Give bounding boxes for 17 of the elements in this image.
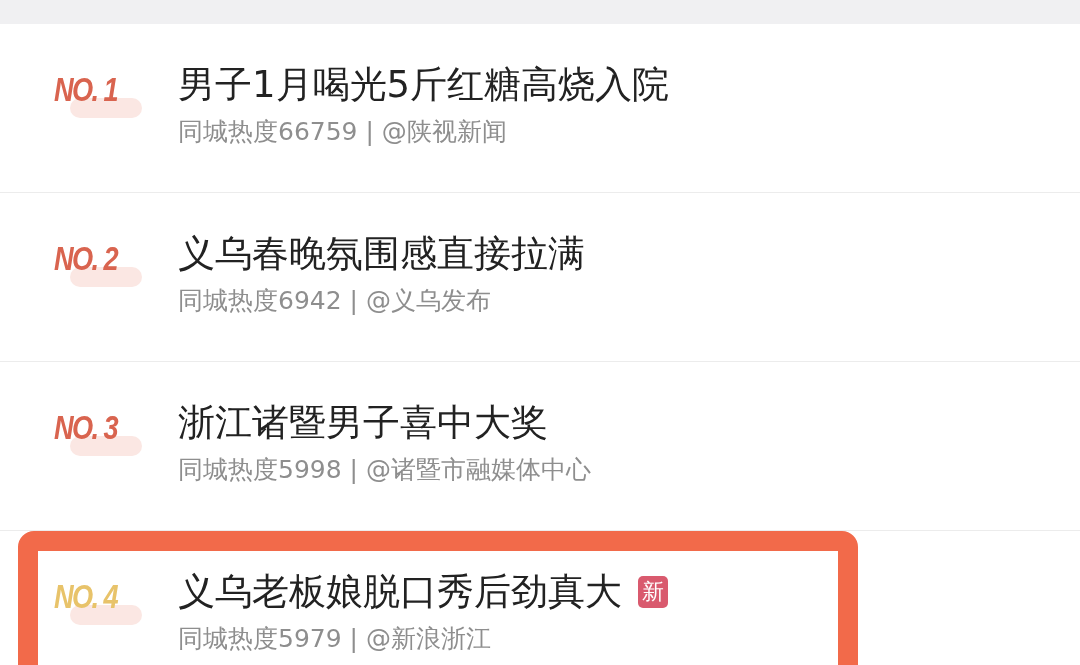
rank-label: NO. 1 [54,70,118,109]
rank-label: NO. 3 [54,408,118,447]
rank-label: NO. 2 [54,239,118,278]
headline: 义乌老板娘脱口秀后劲真大 [178,569,622,615]
rank-label: NO. 4 [54,577,118,616]
list-row[interactable]: NO. 4 义乌老板娘脱口秀后劲真大 新 同城热度5979 | @新浪浙江 [0,531,1080,665]
headline: 浙江诸暨男子喜中大奖 [178,400,548,446]
heat-info: 同城热度6942 | @义乌发布 [178,285,492,317]
heat-info: 同城热度66759 | @陕视新闻 [178,116,508,148]
headline: 义乌春晚氛围感直接拉满 [178,231,585,277]
new-badge: 新 [638,576,668,608]
list-row[interactable]: NO. 1 男子1月喝光5斤红糖高烧入院 同城热度66759 | @陕视新闻 [0,24,1080,193]
list-row[interactable]: NO. 2 义乌春晚氛围感直接拉满 同城热度6942 | @义乌发布 [0,193,1080,362]
list-row[interactable]: NO. 3 浙江诸暨男子喜中大奖 同城热度5998 | @诸暨市融媒体中心 [0,362,1080,531]
headline: 男子1月喝光5斤红糖高烧入院 [178,62,670,108]
heat-info: 同城热度5979 | @新浪浙江 [178,623,492,655]
heat-info: 同城热度5998 | @诸暨市融媒体中心 [178,454,591,486]
